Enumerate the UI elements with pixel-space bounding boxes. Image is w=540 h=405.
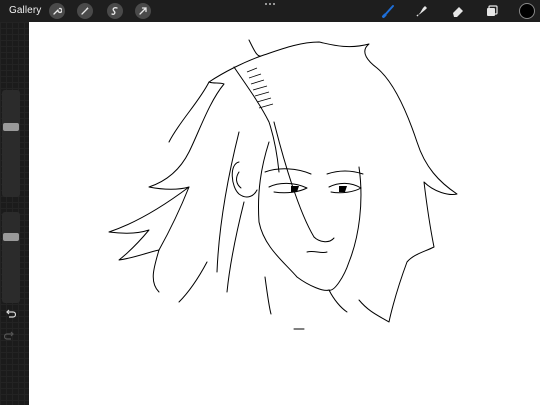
selection-icon[interactable] [107, 3, 123, 19]
transform-arrow-icon[interactable] [135, 3, 151, 19]
brush-size-slider[interactable] [2, 90, 20, 197]
left-sidebar [0, 22, 29, 405]
opacity-slider[interactable] [2, 212, 20, 303]
right-pupil [339, 186, 347, 192]
mouth [306, 250, 328, 254]
gallery-button[interactable]: Gallery [9, 5, 41, 17]
wrench-icon[interactable] [49, 3, 65, 19]
undo-icon[interactable] [4, 307, 16, 319]
redo-icon[interactable] [4, 329, 16, 341]
hair-part [233, 66, 280, 173]
hair-strands [178, 131, 245, 303]
brush-icon[interactable] [381, 3, 397, 19]
brow-right [326, 170, 364, 175]
nose [313, 236, 335, 243]
hair-left-2 [158, 81, 210, 251]
smudge-icon[interactable] [414, 3, 430, 19]
brush-size-thumb[interactable] [3, 123, 19, 131]
more-options-icon[interactable] [262, 3, 278, 9]
color-swatch[interactable] [519, 3, 535, 19]
sketch-drawing [108, 39, 458, 330]
layers-icon[interactable] [484, 3, 500, 19]
top-toolbar: Gallery [0, 0, 540, 22]
hair-hatching [246, 67, 274, 109]
eraser-icon[interactable] [450, 3, 466, 19]
left-eye [268, 182, 308, 194]
face-left [258, 141, 330, 291]
opacity-thumb[interactable] [3, 233, 19, 241]
ear [231, 161, 258, 198]
nose-line [273, 121, 315, 238]
hair-outline [248, 39, 458, 323]
drawing-canvas[interactable] [29, 22, 540, 405]
magic-wand-icon[interactable] [77, 3, 93, 19]
